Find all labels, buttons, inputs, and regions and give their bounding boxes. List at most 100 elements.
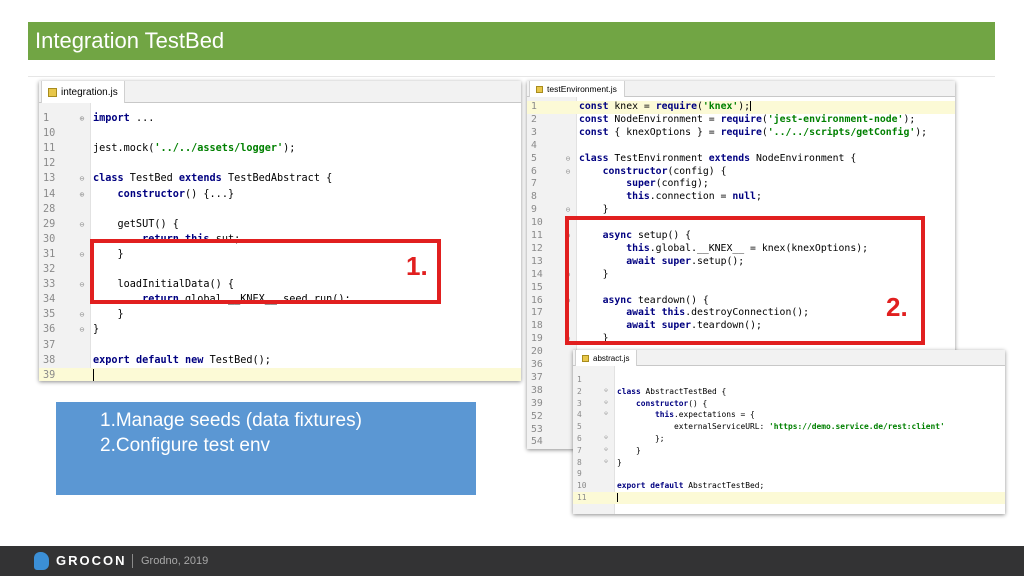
fold-marker-icon[interactable]: ⊖ <box>75 171 89 186</box>
code-line[interactable]: 1 ⊕ import ... <box>39 111 521 126</box>
code-line[interactable]: 2 const NodeEnvironment = require('jest-e… <box>527 114 955 127</box>
fold-marker-icon[interactable]: ⊖ <box>561 166 575 179</box>
code-line[interactable]: 3 const { knexOptions } = require('../../… <box>527 127 955 140</box>
footer-brand: GROCON <box>56 553 127 568</box>
line-number: 13 <box>531 255 543 267</box>
footer-bar: GROCON Grodno, 2019 <box>0 546 1024 576</box>
code-line[interactable]: 5 externalServiceURL: 'https://demo.serv… <box>573 421 1005 433</box>
code-line[interactable]: 29 ⊖ getSUT() { <box>39 217 521 232</box>
code-line[interactable]: 13 ⊖ class TestBed extends TestBedAbstract… <box>39 171 521 186</box>
code-text: const NodeEnvironment = require('jest-en… <box>579 113 916 125</box>
code-line[interactable]: 8 this.connection = null; <box>527 191 955 204</box>
code-text: constructor() { <box>636 398 708 408</box>
code-text: super(config); <box>626 178 709 190</box>
line-number: 31 <box>43 248 56 260</box>
code-text: } <box>617 445 641 455</box>
fold-marker-icon <box>75 126 89 141</box>
fold-marker-icon[interactable]: ⊖ <box>599 409 613 421</box>
line-number: 20 <box>531 346 543 358</box>
code-line[interactable]: 38 export default new TestBed(); <box>39 353 521 368</box>
line-number: 11 <box>577 493 587 502</box>
fold-marker-icon <box>561 178 575 191</box>
fold-marker-icon <box>561 140 575 153</box>
title-divider <box>28 76 995 77</box>
code-line[interactable]: 4 <box>527 140 955 153</box>
code-text: } <box>93 309 124 321</box>
fold-marker-icon[interactable]: ⊕ <box>75 111 89 126</box>
code-line[interactable]: 39 <box>39 367 521 381</box>
code-line[interactable]: 5 ⊖ class TestEnvironment extends NodeEnvi… <box>527 153 955 166</box>
editor-abstract-js[interactable]: abstract.js 1 2 ⊖ class AbstractTestBed {3 ⊖ … <box>573 350 1005 514</box>
code-line[interactable]: 14 ⊕ constructor() {...} <box>39 187 521 202</box>
code-line[interactable]: 3 ⊖ constructor() { <box>573 398 1005 410</box>
text-caret <box>750 101 752 111</box>
fold-marker-icon[interactable]: ⊖ <box>75 247 89 262</box>
code-line[interactable]: 1 const knex = require('knex'); <box>527 101 955 114</box>
line-number: 19 <box>531 333 543 345</box>
fold-marker-icon <box>75 202 89 217</box>
line-number: 8 <box>531 191 537 203</box>
line-number: 9 <box>577 469 582 479</box>
editor-tab[interactable]: integration.js <box>41 81 125 103</box>
fold-marker-icon[interactable]: ⊖ <box>599 433 613 445</box>
code-text: export default new TestBed(); <box>93 354 271 366</box>
code-line[interactable]: 6 ⊖ constructor(config) { <box>527 166 955 179</box>
line-number: 13 <box>43 173 56 185</box>
fold-marker-icon <box>599 480 613 492</box>
code-text <box>89 368 94 381</box>
fold-marker-icon[interactable]: ⊖ <box>75 322 89 337</box>
code-line[interactable]: 11 <box>573 492 1005 504</box>
code-line[interactable]: 2 ⊖ class AbstractTestBed { <box>573 386 1005 398</box>
highlight-box-load-initial-data <box>90 239 441 304</box>
line-number: 33 <box>43 279 56 291</box>
line-number: 14 <box>43 188 56 200</box>
fold-marker-icon[interactable]: ⊖ <box>561 153 575 166</box>
code-line[interactable]: 35 ⊖ } <box>39 307 521 322</box>
code-line[interactable]: 12 <box>39 156 521 171</box>
callout-1: 1. <box>406 251 428 281</box>
code-line[interactable]: 1 <box>573 374 1005 386</box>
code-line[interactable]: 7 ⊖ } <box>573 445 1005 457</box>
footer-divider <box>132 554 133 568</box>
fold-marker-icon[interactable]: ⊖ <box>75 217 89 232</box>
fold-marker-icon[interactable]: ⊕ <box>75 187 89 202</box>
code-line[interactable]: 10 export default AbstractTestBed; <box>573 480 1005 492</box>
js-file-icon <box>536 85 543 93</box>
code-line[interactable]: 37 <box>39 338 521 353</box>
line-number: 39 <box>43 369 56 381</box>
line-number: 38 <box>43 354 56 366</box>
fold-marker-icon[interactable]: ⊖ <box>75 277 89 292</box>
code-line[interactable]: 28 <box>39 202 521 217</box>
fold-marker-icon <box>75 232 89 247</box>
fold-marker-icon[interactable]: ⊖ <box>599 386 613 398</box>
editor-tab[interactable]: abstract.js <box>575 350 637 366</box>
line-number: 14 <box>531 268 543 280</box>
line-number: 6 <box>531 165 537 177</box>
editor-tab-bar: integration.js <box>39 81 521 103</box>
code-line[interactable]: 11 jest.mock('../../assets/logger'); <box>39 141 521 156</box>
fold-marker-icon[interactable]: ⊖ <box>599 457 613 469</box>
fold-marker-icon[interactable]: ⊖ <box>75 307 89 322</box>
fold-marker-icon[interactable]: ⊖ <box>599 445 613 457</box>
code-line[interactable]: 36 ⊖} <box>39 322 521 337</box>
fold-marker-icon <box>561 127 575 140</box>
code-text: this.connection = null; <box>626 191 762 203</box>
js-file-icon <box>48 87 57 97</box>
line-number: 10 <box>577 481 587 491</box>
fold-marker-icon[interactable]: ⊖ <box>599 398 613 410</box>
code-line[interactable]: 6 ⊖ }; <box>573 433 1005 445</box>
line-number: 54 <box>531 436 543 448</box>
editor-integration-js[interactable]: integration.js 1 ⊕ import ... 10 11 jest.mock(… <box>39 81 521 381</box>
slide-title-bar: Integration TestBed <box>28 22 995 60</box>
code-line[interactable]: 4 ⊖ this.expectations = { <box>573 409 1005 421</box>
code-line[interactable]: 7 super(config); <box>527 178 955 191</box>
editor-tab[interactable]: testEnvironment.js <box>529 81 625 97</box>
code-line[interactable]: 10 <box>39 126 521 141</box>
code-line[interactable]: 8 ⊖} <box>573 457 1005 469</box>
code-line[interactable]: 9 <box>573 468 1005 480</box>
